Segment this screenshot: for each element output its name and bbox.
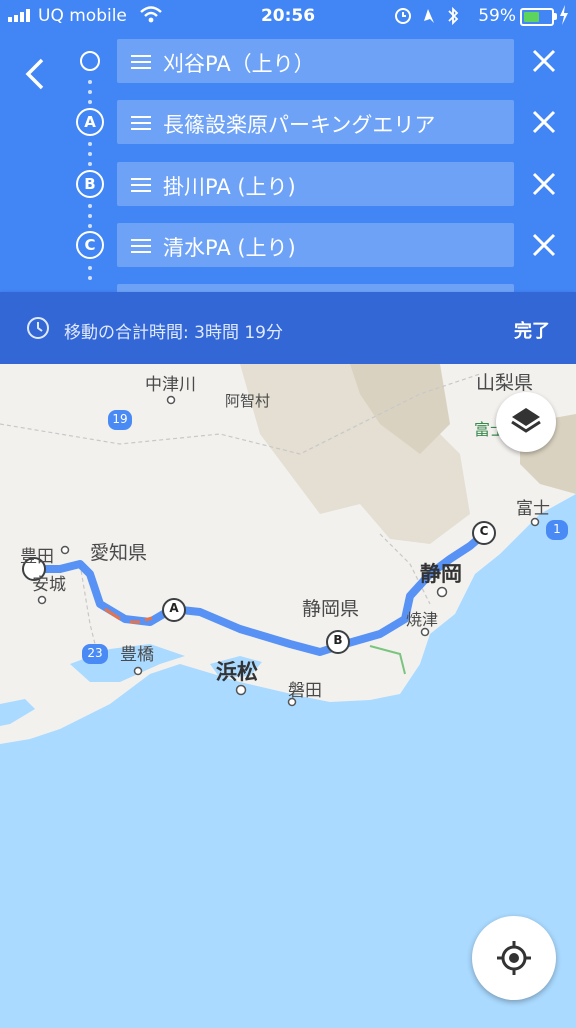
route-dots	[88, 80, 92, 110]
map-label: 磐田	[288, 681, 322, 701]
map-label: 浜松	[216, 660, 258, 684]
remove-waypoint-button[interactable]	[528, 45, 560, 77]
map-label: 安城	[32, 575, 66, 595]
map-label: 山梨県	[476, 372, 534, 394]
drag-handle-icon[interactable]	[131, 239, 151, 257]
waypoint-marker-c: C	[76, 231, 104, 259]
route-dots	[88, 204, 92, 234]
clock-icon	[27, 317, 49, 339]
done-button[interactable]: 完了	[514, 317, 550, 343]
waypoint-field-next[interactable]	[117, 284, 514, 292]
charging-icon	[560, 5, 568, 25]
route-shield-19: 19	[112, 412, 128, 426]
layers-icon	[511, 408, 541, 433]
route-dots	[88, 142, 92, 172]
route-shield-23: 23	[87, 646, 103, 660]
route-marker-c-label: C	[479, 524, 489, 538]
directions-header: UQ mobile 20:56 59% A B C 刈谷PA（上り） 長篠設楽原…	[0, 0, 576, 292]
map-label: 富士	[516, 499, 550, 519]
route-marker-b-label: B	[333, 633, 343, 647]
drag-handle-icon[interactable]	[131, 55, 151, 73]
map-label: 中津川	[145, 375, 196, 395]
route-shield-1: 1	[553, 522, 561, 536]
status-indicators-icon	[395, 6, 459, 26]
map-label: 静岡県	[302, 598, 360, 620]
map-layers-button[interactable]	[496, 392, 556, 452]
map-label: 阿智村	[225, 392, 271, 410]
waypoint-label: 掛川PA (上り)	[163, 175, 296, 199]
status-bar: UQ mobile 20:56 59%	[0, 0, 576, 32]
remove-waypoint-button[interactable]	[528, 229, 560, 261]
waypoint-label: 長篠設楽原パーキングエリア	[163, 113, 436, 137]
waypoint-marker-b: B	[76, 170, 104, 198]
route-dots	[88, 266, 92, 286]
remove-waypoint-button[interactable]	[528, 168, 560, 200]
route-marker-a-label: A	[169, 601, 179, 615]
waypoint-label: 刈谷PA（上り）	[163, 52, 315, 76]
waypoint-field-b[interactable]: 掛川PA (上り)	[117, 162, 514, 206]
map-label: 愛知県	[90, 542, 148, 564]
waypoint-field-c[interactable]: 清水PA (上り)	[117, 223, 514, 267]
back-button[interactable]	[14, 52, 54, 96]
map-label: 豊橋	[120, 645, 154, 665]
waypoint-marker-a: A	[76, 108, 104, 136]
drag-handle-icon[interactable]	[131, 116, 151, 134]
map-label: 焼津	[406, 610, 439, 629]
map-label: 豊田	[20, 547, 54, 567]
my-location-button[interactable]	[472, 916, 556, 1000]
map-label: 静岡	[420, 562, 462, 586]
remove-waypoint-button[interactable]	[528, 106, 560, 138]
battery-percent: 59%	[478, 6, 516, 26]
waypoint-field-origin[interactable]: 刈谷PA（上り）	[117, 39, 514, 83]
waypoint-field-a[interactable]: 長篠設楽原パーキングエリア	[117, 100, 514, 144]
my-location-icon	[497, 941, 531, 975]
chevron-left-icon	[25, 58, 44, 90]
trip-summary-bar: 移動の合計時間: 3時間 19分 完了	[0, 292, 576, 364]
total-travel-time: 移動の合計時間: 3時間 19分	[64, 323, 283, 343]
waypoint-label: 清水PA (上り)	[163, 236, 296, 260]
battery-icon	[520, 8, 557, 26]
drag-handle-icon[interactable]	[131, 178, 151, 196]
origin-marker	[80, 51, 100, 71]
